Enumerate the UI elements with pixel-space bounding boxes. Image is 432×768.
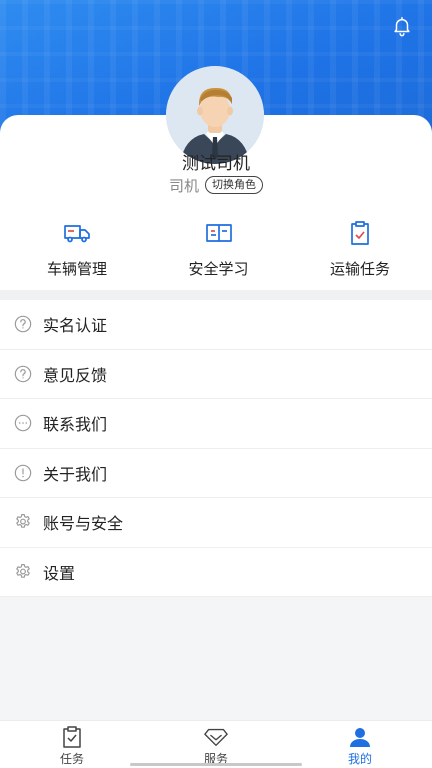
switch-role-button[interactable]: 切换角色	[205, 176, 263, 194]
quick-action-label: 安全学习	[188, 260, 249, 278]
menu-item-label: 关于我们	[43, 464, 108, 484]
question-circle-icon	[13, 364, 33, 384]
tab-services[interactable]: 服务	[144, 721, 288, 768]
notification-bell-button[interactable]	[390, 16, 414, 40]
question-circle-icon	[13, 314, 33, 334]
menu-item-account-security[interactable]: 账号与安全	[0, 498, 432, 548]
tab-label: 任务	[59, 752, 84, 766]
quick-action-safety-learning[interactable]: 安全学习	[175, 218, 263, 284]
bell-icon	[391, 15, 413, 41]
home-indicator[interactable]	[130, 763, 302, 766]
book-icon	[204, 218, 234, 248]
user-icon	[348, 726, 372, 748]
clipboard-check-icon	[345, 218, 375, 248]
user-name: 测试司机	[182, 154, 250, 174]
menu-item-settings[interactable]: 设置	[0, 548, 432, 597]
tab-tasks[interactable]: 任务	[0, 721, 144, 768]
quick-action-label: 运输任务	[329, 260, 390, 278]
menu-item-label: 设置	[43, 563, 76, 583]
section-divider	[0, 290, 432, 300]
quick-actions: 车辆管理 安全学习 运输任务	[0, 218, 432, 284]
gear-icon	[13, 562, 33, 582]
tab-label: 我的	[347, 752, 372, 766]
chat-dots-icon	[13, 413, 33, 433]
menu-item-label: 联系我们	[43, 415, 108, 435]
truck-icon	[62, 218, 92, 248]
tab-mine[interactable]: 我的	[288, 721, 432, 768]
role-text: 司机	[168, 176, 199, 195]
menu-item-label: 实名认证	[43, 316, 108, 336]
quick-action-transport-tasks[interactable]: 运输任务	[316, 218, 404, 284]
menu-item-about-us[interactable]: 关于我们	[0, 449, 432, 498]
quick-action-label: 车辆管理	[46, 260, 107, 278]
menu-list: 实名认证 意见反馈 联系我们 关于我们 账号与安全 设置	[0, 300, 432, 597]
diamond-icon	[204, 726, 228, 748]
bottom-tab-bar: 任务 服务 我的	[0, 720, 432, 768]
menu-item-real-name-verification[interactable]: 实名认证	[0, 300, 432, 350]
menu-item-label: 账号与安全	[43, 514, 124, 534]
menu-item-label: 意见反馈	[43, 365, 108, 385]
gear-icon	[13, 512, 33, 532]
exclamation-circle-icon	[13, 463, 33, 483]
menu-item-contact-us[interactable]: 联系我们	[0, 399, 432, 449]
clipboard-check-icon	[60, 726, 84, 748]
quick-action-vehicle-management[interactable]: 车辆管理	[33, 218, 121, 284]
role-row: 司机 切换角色	[0, 174, 432, 196]
menu-item-feedback[interactable]: 意见反馈	[0, 350, 432, 399]
